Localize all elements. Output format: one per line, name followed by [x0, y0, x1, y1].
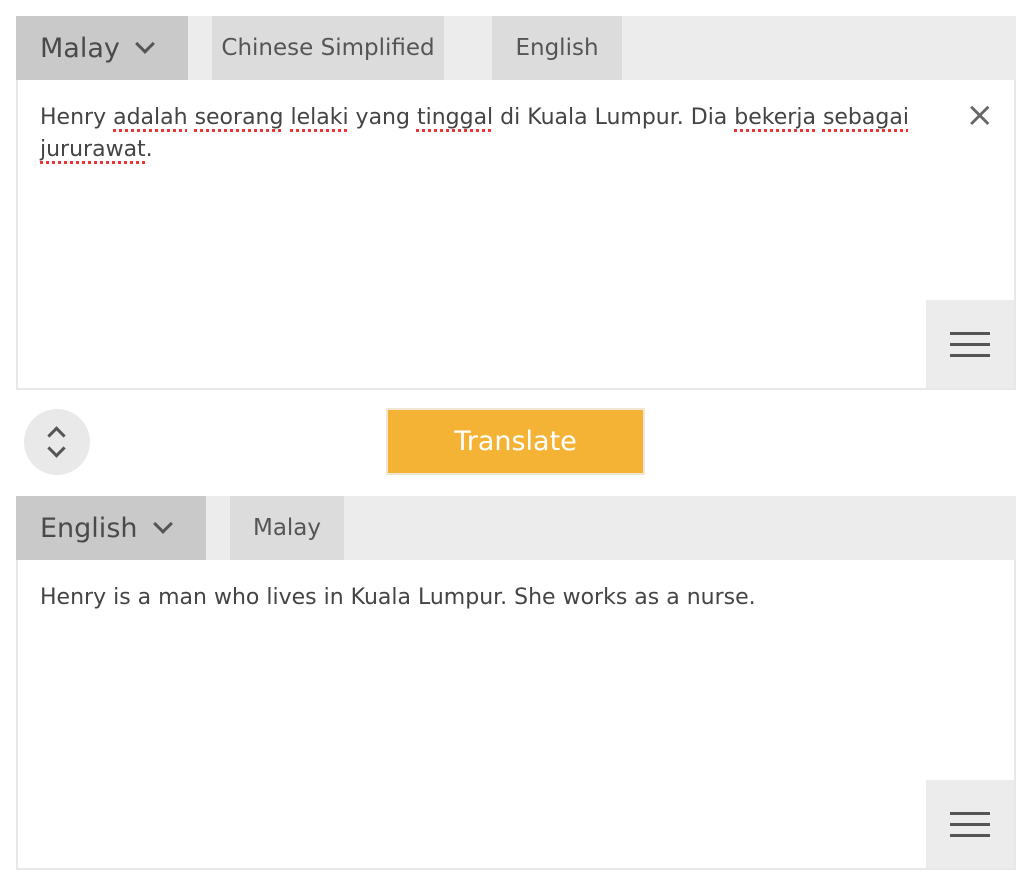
target-language-bar: English Malay [16, 496, 1016, 560]
source-text[interactable]: Henry adalah seorang lelaki yang tinggal… [40, 102, 934, 166]
chevron-down-icon [134, 34, 155, 54]
source-text-area[interactable]: Henry adalah seorang lelaki yang tinggal… [16, 80, 1016, 390]
translated-text: Henry is a man who lives in Kuala Lumpur… [40, 585, 756, 610]
source-tab-chinese-simplified[interactable]: Chinese Simplified [212, 16, 444, 80]
target-text-area: Henry is a man who lives in Kuala Lumpur… [16, 560, 1016, 870]
target-language-select[interactable]: English [16, 496, 206, 560]
source-language-bar: Malay Chinese Simplified English [16, 16, 1016, 80]
source-language-select[interactable]: Malay [16, 16, 188, 80]
swap-languages-button[interactable] [24, 409, 90, 475]
target-language-label: English [40, 512, 138, 544]
source-language-label: Malay [40, 32, 120, 64]
translate-button[interactable]: Translate [386, 408, 645, 475]
clear-text-close-icon[interactable]: × [966, 98, 995, 132]
chevron-down-icon [152, 514, 173, 534]
target-tab-malay[interactable]: Malay [230, 496, 344, 560]
source-tab-english[interactable]: English [492, 16, 622, 80]
target-menu-hamburger-icon[interactable] [926, 780, 1014, 868]
source-menu-hamburger-icon[interactable] [926, 300, 1014, 388]
chevron-down-icon [47, 439, 66, 458]
